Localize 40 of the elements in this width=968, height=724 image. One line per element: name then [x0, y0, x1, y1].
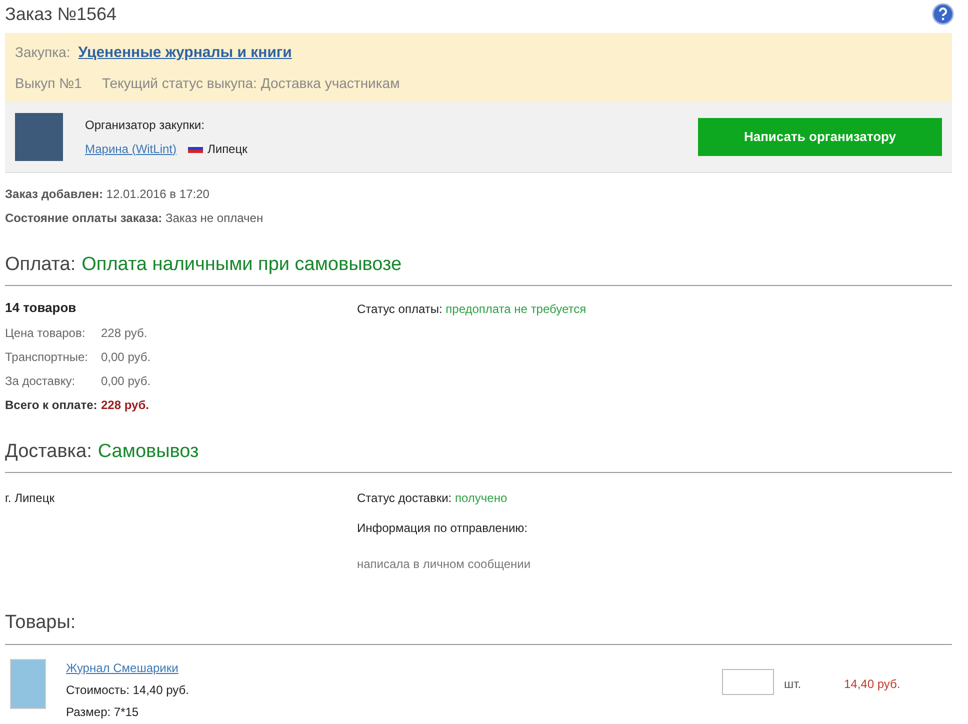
purchase-link[interactable]: Уцененные журналы и книги	[78, 42, 292, 64]
help-icon[interactable]	[932, 3, 954, 25]
round-status: Текущий статус выкупа: Доставка участникам	[102, 74, 400, 93]
purchase-label: Закупка:	[15, 43, 70, 62]
organizer-link[interactable]: Марина (WitLint)	[85, 140, 176, 158]
delivery-city: г. Липецк	[5, 491, 54, 505]
delivery-status: Статус доставки: получено	[357, 490, 508, 507]
order-info-line: Заказ добавлен: 12.01.2016 в 17:20	[5, 186, 210, 202]
round-number: Выкуп №1	[15, 74, 82, 93]
shipping-info: написала в личном сообщении	[357, 556, 531, 573]
quantity-field[interactable]	[722, 668, 774, 694]
product-price: Стоимость: 14,40 руб.	[66, 682, 190, 698]
cost-value: 228 руб.	[101, 324, 148, 342]
product-link[interactable]: Журнал Смешарики	[66, 658, 626, 676]
organizer-label: Организатор закупки:	[85, 116, 206, 134]
flag-icon	[188, 144, 204, 153]
section-heading: Доставка:	[5, 440, 92, 464]
cost-label: Цена товаров:	[5, 324, 86, 342]
shipping-info-label: Информация по отправлению:	[357, 520, 529, 537]
cost-label: За доставку:	[5, 372, 76, 390]
cost-value: 228 руб.	[101, 396, 149, 414]
goods-count: 14 товаров	[5, 299, 78, 317]
payment-status: Статус оплаты: предоплата не требуется	[357, 302, 586, 316]
section-method: Самовывоз	[98, 440, 199, 464]
cost-value: 0,00 руб.	[101, 348, 151, 366]
order-title: Заказ №1564	[5, 2, 117, 26]
section-method: Оплата наличными при самовывозе	[82, 252, 402, 276]
unit-label: шт.	[784, 676, 802, 692]
cost-value: 0,00 руб.	[101, 372, 151, 390]
product-sum: 14,40 руб.	[844, 676, 900, 692]
write-organizer-button[interactable]: Написать организатору	[698, 118, 942, 156]
section-heading: Товары:	[5, 612, 76, 633]
magazine-cover-placeholder	[10, 658, 46, 708]
organizer-city: Липецк	[207, 140, 248, 158]
avatar-placeholder	[15, 112, 63, 160]
cost-label: Транспортные:	[5, 348, 89, 366]
section-heading: Оплата:	[5, 252, 76, 276]
order-info-line: Состояние оплаты заказа: Заказ не оплачен	[5, 210, 264, 226]
cost-label: Всего к оплате:	[5, 396, 98, 414]
product-size: Размер: 7*15	[66, 704, 140, 720]
